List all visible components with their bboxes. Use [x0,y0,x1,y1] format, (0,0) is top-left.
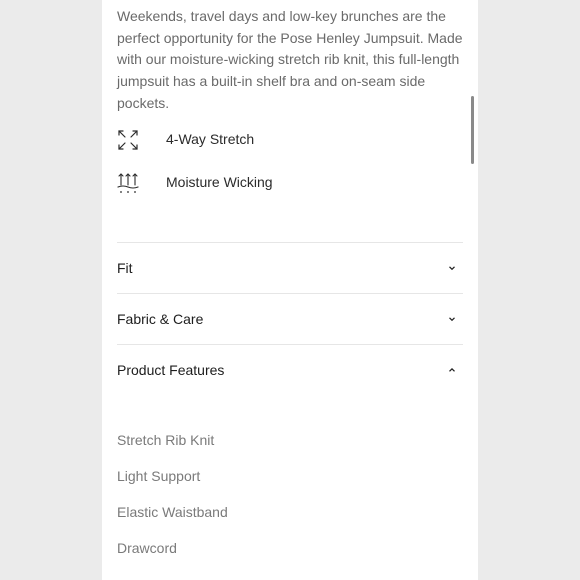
feature-label: 4-Way Stretch [166,131,255,147]
accordion-fit[interactable]: Fit [117,258,463,278]
scrollbar-thumb[interactable] [471,96,474,164]
accordion-title: Fit [117,260,133,276]
divider [117,242,463,243]
feature-4-way-stretch: 4-Way Stretch [117,128,254,152]
feature-label: Moisture Wicking [166,174,273,190]
feature-moisture-wicking: Moisture Wicking [117,171,273,195]
divider [117,344,463,345]
accordion-product-features[interactable]: Product Features [117,360,463,380]
accordion-title: Product Features [117,362,225,378]
divider [117,293,463,294]
accordion-fabric-care[interactable]: Fabric & Care [117,309,463,329]
product-feature-item: Stretch Rib Knit [117,432,215,448]
chevron-down-icon [449,317,455,322]
product-description: Weekends, travel days and low-key brunch… [117,8,463,111]
chevron-down-icon [449,266,455,271]
moisture-wicking-icon [117,173,139,193]
chevron-up-icon [449,367,455,372]
product-feature-item: Elastic Waistband [117,504,228,520]
accordion-title: Fabric & Care [117,311,204,327]
four-way-arrows-icon [118,130,138,150]
product-feature-item: Drawcord [117,540,177,556]
product-feature-item: Light Support [117,468,201,484]
